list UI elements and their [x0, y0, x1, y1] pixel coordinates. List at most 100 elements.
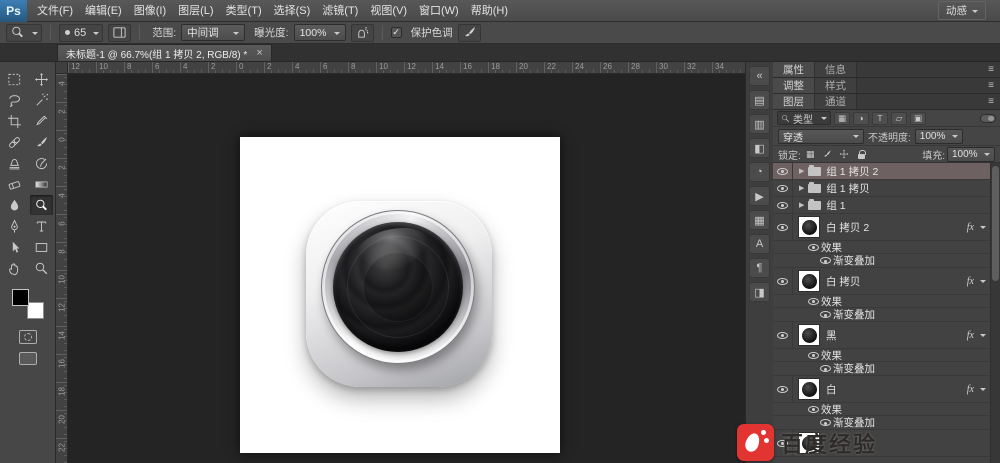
document-tab[interactable]: 未标题-1 @ 66.7%(组 1 拷贝 2, RGB/8) * ×	[57, 44, 272, 61]
menu-item[interactable]: 视图(V)	[364, 0, 413, 22]
visibility-toggle[interactable]	[773, 376, 793, 402]
gradient-overlay-row[interactable]: 渐变叠加	[773, 308, 990, 322]
menu-item[interactable]: 类型(T)	[220, 0, 268, 22]
visibility-toggle[interactable]	[773, 268, 793, 294]
ruler-origin-corner[interactable]	[56, 62, 68, 74]
tab-styles[interactable]: 样式	[815, 78, 857, 93]
color-panel-icon[interactable]: ▦	[749, 210, 770, 230]
layer-name[interactable]: 白	[826, 382, 837, 397]
mini-bridge-panel-icon[interactable]: ▤	[749, 90, 770, 110]
brush-tool[interactable]	[30, 132, 53, 152]
layer-name[interactable]: 组 1 拷贝 2	[826, 164, 878, 179]
layer-row-white-copy-2[interactable]: 白 拷贝 2 fx	[773, 214, 990, 241]
tool-preset-picker[interactable]	[6, 24, 42, 42]
panel-menu-icon[interactable]: ≡	[982, 94, 1000, 109]
tab-layers[interactable]: 图层	[773, 94, 815, 109]
layer-name[interactable]: 白 拷贝	[826, 274, 860, 289]
toggle-brush-panel-button[interactable]	[108, 24, 131, 42]
fill-input[interactable]: 100%	[947, 147, 995, 162]
rectangle-shape-tool[interactable]	[30, 237, 53, 257]
scrollbar-thumb[interactable]	[992, 166, 999, 281]
horizontal-ruler[interactable]: 121086420246810121416182022242628303234	[68, 62, 745, 74]
layer-effects-badge[interactable]: fx	[967, 384, 986, 395]
clone-stamp-tool[interactable]	[3, 153, 26, 173]
expand-triangle-icon[interactable]: ▶	[799, 201, 804, 209]
actions-panel-icon[interactable]: ▶	[749, 186, 770, 206]
zoom-tool[interactable]	[30, 258, 53, 278]
layer-thumbnail[interactable]	[798, 324, 820, 346]
spot-healing-brush-tool[interactable]	[3, 132, 26, 152]
exposure-select[interactable]: 100%	[294, 24, 346, 41]
layer-name[interactable]: 黑	[826, 328, 837, 343]
effects-row[interactable]: 效果	[773, 241, 990, 254]
filter-pixel-layers-icon[interactable]: ▦	[834, 112, 850, 125]
expand-dock-icon[interactable]: «	[749, 66, 770, 86]
layer-effects-badge[interactable]: fx	[967, 222, 986, 233]
layer-name[interactable]: 白 拷贝 2	[826, 220, 869, 235]
blur-tool[interactable]	[3, 195, 26, 215]
tablet-pressure-button[interactable]	[458, 24, 481, 42]
blend-mode-select[interactable]: 穿透	[778, 129, 864, 144]
filter-smart-object-icon[interactable]: ▣	[910, 112, 926, 125]
protect-tones-checkbox[interactable]: ✓	[391, 27, 402, 38]
brush-size-picker[interactable]: 65	[59, 24, 103, 42]
layers-scrollbar[interactable]	[990, 163, 1000, 463]
filter-type-layers-icon[interactable]: T	[872, 112, 888, 125]
panel-menu-icon[interactable]: ≡	[982, 78, 1000, 93]
rectangular-marquee-tool[interactable]	[3, 69, 26, 89]
history-panel-icon[interactable]: ◔	[749, 162, 770, 182]
tab-adjustments[interactable]: 调整	[773, 78, 815, 93]
quick-selection-tool[interactable]	[30, 90, 53, 110]
layer-row-white[interactable]: 白 fx	[773, 376, 990, 403]
visibility-toggle[interactable]	[817, 362, 833, 375]
menu-item[interactable]: 选择(S)	[268, 0, 317, 22]
lock-position-icon[interactable]	[837, 148, 852, 161]
lasso-tool[interactable]	[3, 90, 26, 110]
airbrush-toggle-button[interactable]	[351, 24, 374, 42]
visibility-toggle[interactable]	[773, 163, 793, 179]
visibility-toggle[interactable]	[773, 180, 793, 196]
character-panel-icon[interactable]: A	[749, 234, 770, 254]
menu-item[interactable]: 滤镜(T)	[316, 0, 364, 22]
visibility-toggle[interactable]	[773, 197, 793, 213]
layer-effects-badge[interactable]: fx	[967, 276, 986, 287]
path-selection-tool[interactable]	[3, 237, 26, 257]
layer-row-group-1-copy-2[interactable]: ▶ 组 1 拷贝 2	[773, 163, 990, 180]
opacity-input[interactable]: 100%	[915, 129, 963, 144]
visibility-toggle[interactable]	[773, 322, 793, 348]
canvas-area[interactable]: 121086420246810121416182022242628303234 …	[56, 62, 745, 463]
menu-item[interactable]: 帮助(H)	[465, 0, 514, 22]
gradient-overlay-row[interactable]: 渐变叠加	[773, 254, 990, 268]
effects-row[interactable]: 效果	[773, 403, 990, 416]
type-tool[interactable]	[30, 216, 53, 236]
hand-tool[interactable]	[3, 258, 26, 278]
expand-triangle-icon[interactable]: ▶	[799, 167, 804, 175]
photoshop-logo[interactable]: Ps	[0, 0, 27, 22]
range-select[interactable]: 中间调	[181, 24, 245, 41]
tab-info[interactable]: 信息	[815, 62, 857, 77]
effects-row[interactable]: 效果	[773, 349, 990, 362]
menu-item[interactable]: 文件(F)	[31, 0, 79, 22]
tab-properties[interactable]: 属性	[773, 62, 815, 77]
dodge-tool[interactable]	[30, 195, 53, 215]
move-tool[interactable]	[30, 69, 53, 89]
menu-item[interactable]: 图像(I)	[128, 0, 172, 22]
layer-thumbnail[interactable]	[798, 270, 820, 292]
gradient-tool[interactable]	[30, 174, 53, 194]
history-brush-tool[interactable]	[30, 153, 53, 173]
paragraph-panel-icon[interactable]: ¶	[749, 258, 770, 278]
layer-name[interactable]: 组 1	[826, 198, 845, 213]
layer-thumbnail[interactable]	[798, 216, 820, 238]
visibility-toggle[interactable]	[817, 254, 833, 267]
pen-tool[interactable]	[3, 216, 26, 236]
crop-tool[interactable]	[3, 111, 26, 131]
filter-shape-layers-icon[interactable]: ▱	[891, 112, 907, 125]
histogram-panel-icon[interactable]: ▥	[749, 114, 770, 134]
filter-toggle-switch[interactable]	[980, 114, 996, 123]
navigator-panel-icon[interactable]: ◧	[749, 138, 770, 158]
visibility-toggle[interactable]	[805, 349, 821, 361]
layer-row-group-1-copy[interactable]: ▶ 组 1 拷贝	[773, 180, 990, 197]
lock-image-pixels-icon[interactable]	[820, 148, 835, 161]
tab-channels[interactable]: 通道	[815, 94, 857, 109]
lock-transparent-pixels-icon[interactable]: ▦	[803, 148, 818, 161]
